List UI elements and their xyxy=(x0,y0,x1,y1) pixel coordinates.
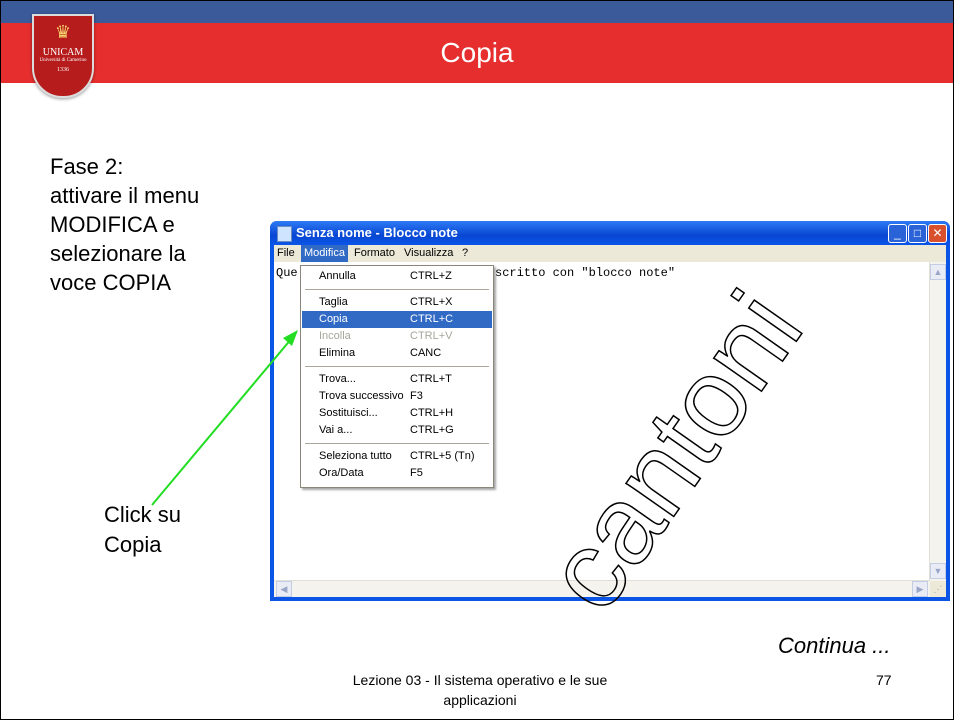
slide-footer: Lezione 03 - Il sistema operativo e le s… xyxy=(300,670,660,710)
page-number: 77 xyxy=(876,672,892,688)
footer-line: Lezione 03 - Il sistema operativo e le s… xyxy=(352,672,608,688)
footer-line: applicazioni xyxy=(443,692,517,708)
continua-text: Continua ... xyxy=(778,633,891,658)
